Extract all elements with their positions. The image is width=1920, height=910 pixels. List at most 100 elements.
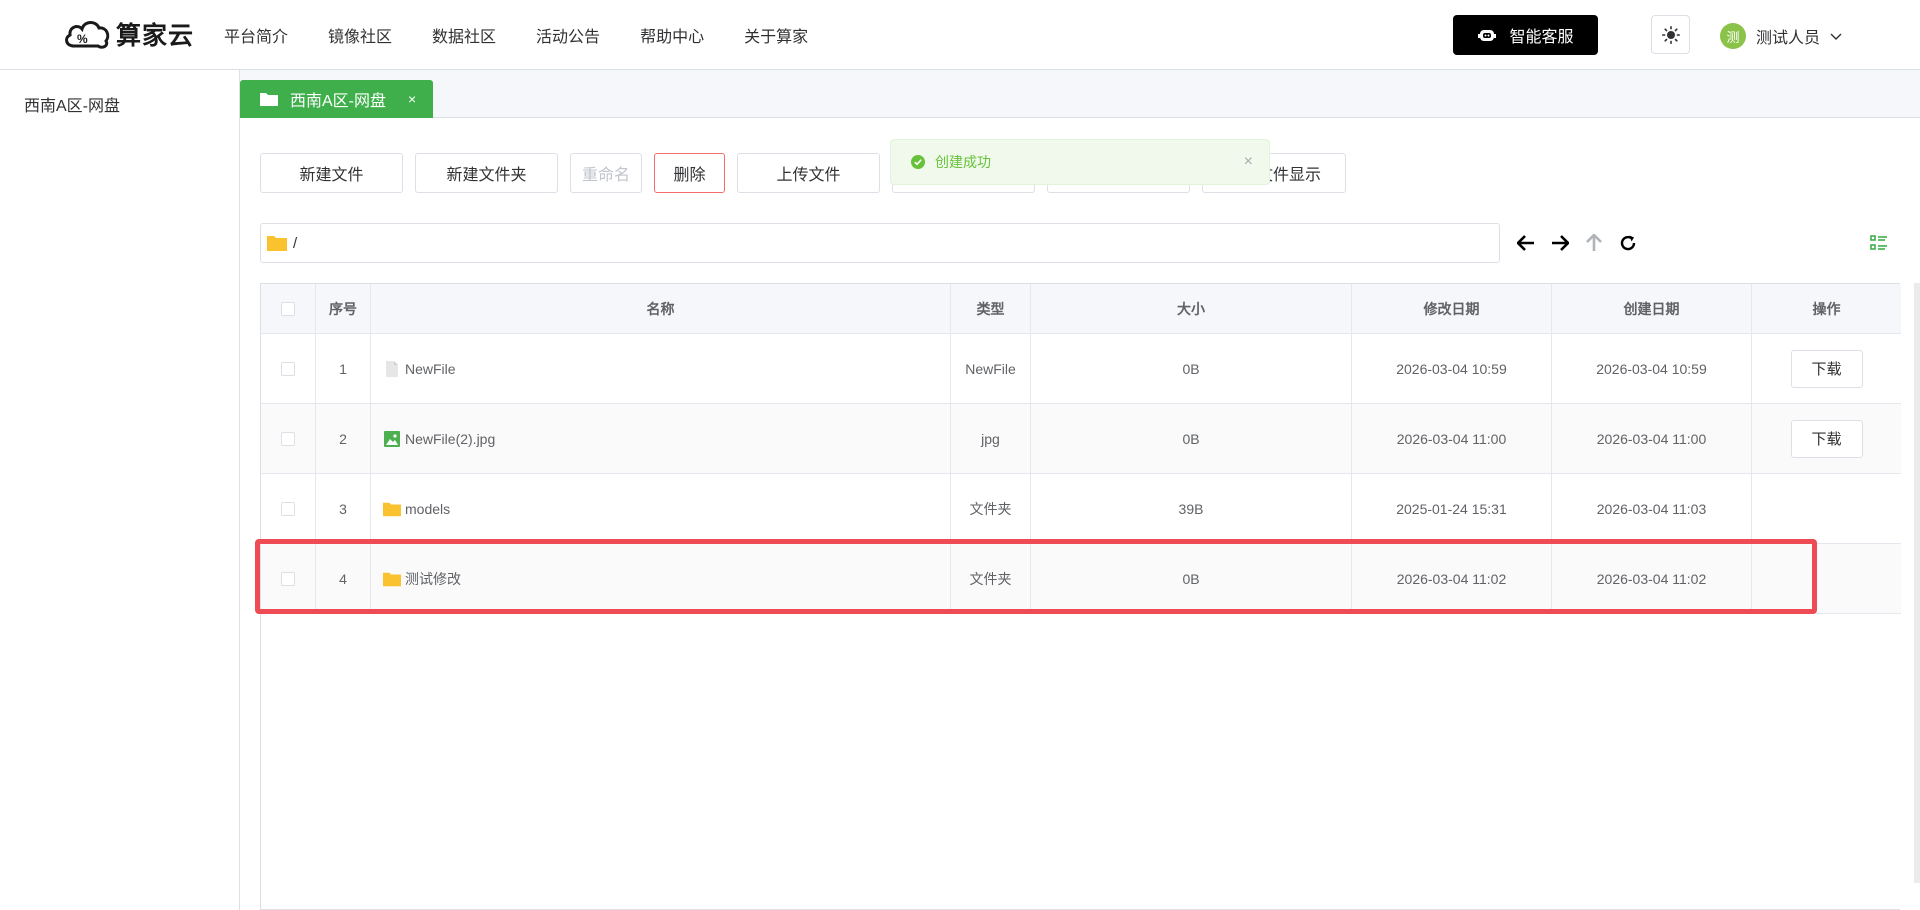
back-button[interactable]: [1515, 232, 1537, 254]
row-name: 测试修改: [405, 570, 461, 587]
row-size: 39B: [1031, 474, 1352, 543]
row-index: 1: [316, 334, 371, 403]
nav-item-intro[interactable]: 平台简介: [224, 23, 288, 47]
new-folder-button[interactable]: 新建文件夹: [415, 153, 558, 193]
download-button[interactable]: 下载: [1790, 349, 1863, 388]
row-ops: [1752, 474, 1901, 543]
cloud-logo-icon: %: [65, 21, 110, 49]
tab-southwest-a-disk[interactable]: 西南A区-网盘 ×: [240, 80, 433, 118]
tab-close-icon[interactable]: ×: [408, 91, 416, 107]
folder-icon: [383, 572, 401, 586]
table-header-row: 序号 名称 类型 大小 修改日期 创建日期 操作: [261, 284, 1901, 334]
path-navigation: [1515, 232, 1651, 254]
row-checkbox-cell: [261, 544, 316, 613]
user-name: 测试人员: [1756, 30, 1821, 47]
header-modified[interactable]: 修改日期: [1352, 284, 1552, 333]
table-row[interactable]: 3 models 文件夹 39B 2025-01-24 15:31 2026-0…: [261, 474, 1901, 544]
svg-text:%: %: [77, 32, 88, 46]
top-header: % 算家云 平台简介 镜像社区 数据社区 活动公告 帮助中心 关于算家 智能客服: [0, 0, 1920, 70]
row-index: 3: [316, 474, 371, 543]
chevron-down-icon: [1830, 33, 1842, 40]
row-index: 2: [316, 404, 371, 473]
nav-item-events[interactable]: 活动公告: [536, 23, 600, 47]
main-content: 西南A区-网盘 × 新建文件 新建文件夹 重命名 删除 上传文件 文件显示 创建…: [240, 70, 1920, 910]
path-bar[interactable]: /: [260, 223, 1500, 263]
row-name-cell[interactable]: NewFile: [371, 334, 951, 403]
up-button[interactable]: [1583, 232, 1605, 254]
row-created: 2026-03-04 11:00: [1552, 404, 1752, 473]
row-checkbox[interactable]: [281, 431, 295, 446]
main-nav: 平台简介 镜像社区 数据社区 活动公告 帮助中心 关于算家: [224, 0, 808, 70]
row-name-cell[interactable]: NewFile(2).jpg: [371, 404, 951, 473]
row-checkbox-cell: [261, 334, 316, 403]
list-view-icon[interactable]: [1870, 235, 1888, 251]
file-table: 序号 名称 类型 大小 修改日期 创建日期 操作 1 NewFile NewFi…: [260, 283, 1901, 910]
table-row[interactable]: 1 NewFile NewFile 0B 2026-03-04 10:59 20…: [261, 334, 1901, 404]
row-type: 文件夹: [951, 474, 1031, 543]
folder-icon: [383, 502, 401, 516]
tab-bar: 西南A区-网盘 ×: [240, 70, 1920, 118]
row-ops: [1752, 544, 1901, 613]
table-row[interactable]: 2 NewFile(2).jpg jpg 0B 2026-03-04 11:00…: [261, 404, 1901, 474]
nav-item-data[interactable]: 数据社区: [432, 23, 496, 47]
sun-icon: [1661, 25, 1680, 44]
row-index: 4: [316, 544, 371, 613]
new-file-button[interactable]: 新建文件: [260, 153, 403, 193]
avatar: 测: [1720, 23, 1746, 49]
header-index: 序号: [316, 284, 371, 333]
row-ops: 下载: [1752, 334, 1901, 403]
arrow-up-icon: [1586, 234, 1602, 251]
row-type: jpg: [951, 404, 1031, 473]
tab-label: 西南A区-网盘: [290, 93, 387, 110]
sidebar: 西南A区-网盘: [0, 70, 240, 910]
arrow-left-icon: [1517, 235, 1534, 251]
refresh-button[interactable]: [1617, 232, 1639, 254]
header-checkbox-cell: [261, 284, 316, 333]
toast-close-icon[interactable]: ×: [1244, 153, 1253, 171]
nav-item-about[interactable]: 关于算家: [744, 23, 808, 47]
row-name-cell[interactable]: models: [371, 474, 951, 543]
file-icon: [386, 360, 398, 377]
row-created: 2026-03-04 11:02: [1552, 544, 1752, 613]
row-modified: 2026-03-04 11:02: [1352, 544, 1552, 613]
theme-toggle-button[interactable]: [1651, 15, 1690, 54]
nav-item-images[interactable]: 镜像社区: [328, 23, 392, 47]
row-checkbox[interactable]: [281, 361, 295, 376]
toast-message: 创建成功: [935, 154, 991, 170]
row-created: 2026-03-04 11:03: [1552, 474, 1752, 543]
row-size: 0B: [1031, 334, 1352, 403]
table-scrollbar[interactable]: [1914, 283, 1920, 883]
header-created[interactable]: 创建日期: [1552, 284, 1752, 333]
user-menu[interactable]: 测 测试人员: [1720, 22, 1842, 50]
row-name: models: [405, 500, 451, 517]
table-row[interactable]: 4 测试修改 文件夹 0B 2026-03-04 11:02 2026-03-0…: [261, 544, 1901, 614]
forward-button[interactable]: [1549, 232, 1571, 254]
row-checkbox[interactable]: [281, 571, 295, 586]
arrow-right-icon: [1552, 235, 1569, 251]
folder-icon: [260, 93, 278, 106]
sidebar-item-southwest-a-disk[interactable]: 西南A区-网盘: [24, 92, 120, 116]
header-ops: 操作: [1812, 300, 1841, 317]
path-input[interactable]: /: [293, 235, 297, 252]
row-modified: 2026-03-04 11:00: [1352, 404, 1552, 473]
smart-service-button[interactable]: 智能客服: [1453, 15, 1598, 55]
smart-service-label: 智能客服: [1509, 29, 1574, 46]
header-name[interactable]: 名称: [371, 284, 951, 333]
upload-file-button[interactable]: 上传文件: [737, 153, 880, 193]
header-type[interactable]: 类型: [951, 284, 1031, 333]
row-modified: 2025-01-24 15:31: [1352, 474, 1552, 543]
row-name-cell[interactable]: 测试修改: [371, 544, 951, 613]
select-all-checkbox[interactable]: [281, 301, 295, 316]
row-checkbox[interactable]: [281, 501, 295, 516]
nav-item-help[interactable]: 帮助中心: [640, 23, 704, 47]
row-checkbox-cell: [261, 404, 316, 473]
row-created: 2026-03-04 10:59: [1552, 334, 1752, 403]
brand-logo[interactable]: % 算家云: [62, 12, 194, 56]
header-size[interactable]: 大小: [1031, 284, 1352, 333]
row-size: 0B: [1031, 404, 1352, 473]
download-button[interactable]: 下载: [1790, 419, 1863, 458]
brand-name: 算家云: [116, 22, 195, 50]
rename-button[interactable]: 重命名: [570, 153, 642, 193]
image-file-icon: [384, 430, 400, 447]
delete-button[interactable]: 删除: [654, 153, 725, 193]
